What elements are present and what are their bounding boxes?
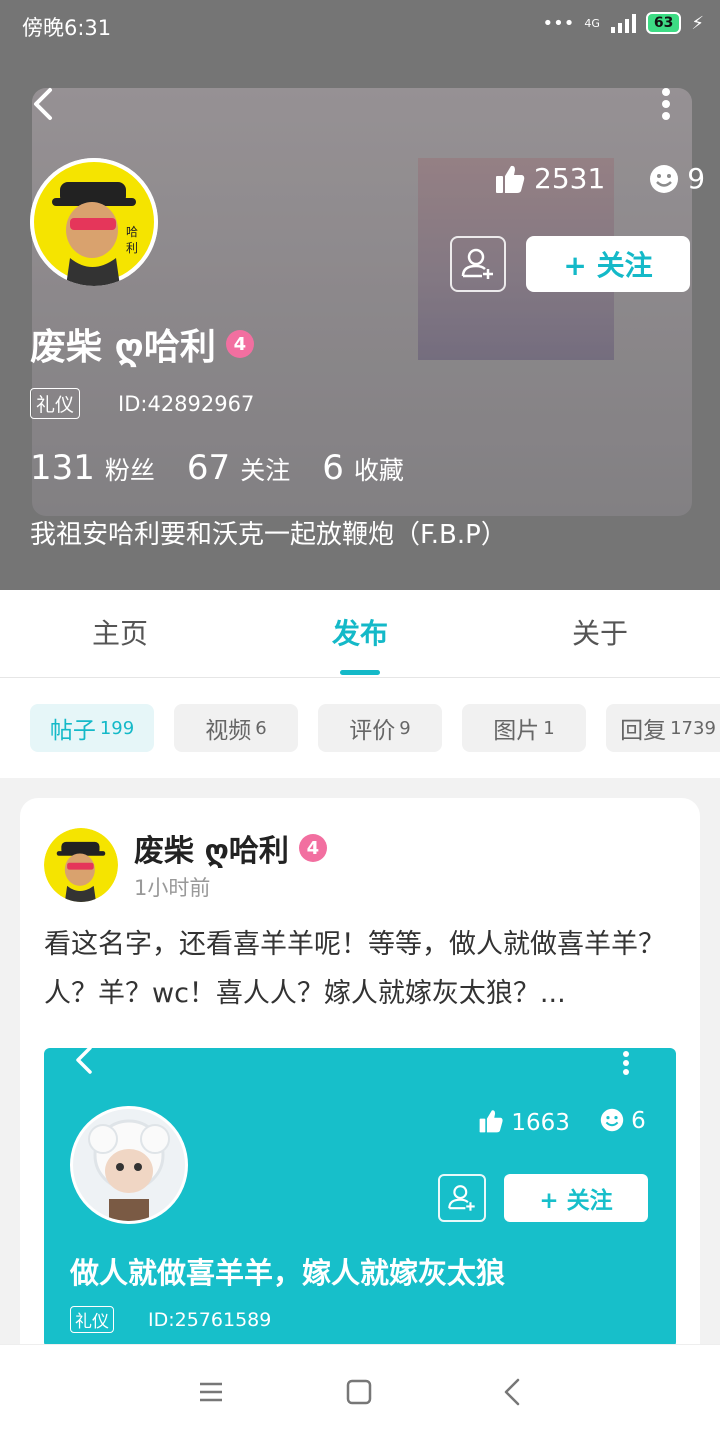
add-user-icon	[438, 1174, 486, 1222]
level-badge: 4	[225, 330, 254, 358]
nav-back-button[interactable]	[498, 1377, 538, 1409]
system-navigation-bar	[0, 1344, 720, 1441]
embed-user-id: ID:25761589	[148, 1308, 272, 1331]
status-bar: 傍晚6:31 ••• 4G 63 ⚡	[0, 0, 720, 50]
filter-videos[interactable]: 视频 6	[174, 704, 298, 752]
tab-indicator	[340, 670, 380, 675]
username: 废柴 ღ哈利 4	[30, 318, 254, 370]
embed-stats: 1663 6	[478, 1108, 646, 1136]
tab-home[interactable]: 主页	[60, 612, 180, 652]
charging-icon: ⚡	[691, 12, 704, 34]
smiles-stat: 9	[649, 162, 705, 195]
avatar-image	[44, 828, 118, 902]
home-square-icon	[346, 1379, 372, 1405]
post-timestamp: 1小时前	[134, 876, 211, 900]
follow-button[interactable]: + 关注	[526, 236, 690, 292]
level-badge: 4	[298, 834, 327, 862]
post-image[interactable]: 1663 6 + 关注 做人就做喜羊羊，嫁人就嫁灰太狼 礼仪 ID:257615…	[44, 1048, 676, 1348]
sheep-avatar-image	[73, 1109, 185, 1221]
username-text: 废柴 ღ哈利	[30, 327, 216, 368]
smiley-icon	[600, 1108, 624, 1132]
filter-reviews[interactable]: 评价 9	[318, 704, 442, 752]
avatar-image: 哈 利	[30, 158, 158, 286]
favorites-count[interactable]: 6 收藏	[322, 448, 404, 488]
profile-tabs: 主页 发布 关于	[0, 590, 720, 678]
embed-tags: 礼仪 ID:25761589	[70, 1306, 271, 1333]
status-time: 傍晚6:31	[22, 16, 112, 40]
filter-images[interactable]: 图片 1	[462, 704, 586, 752]
embed-likes: 1663	[478, 1108, 570, 1136]
embed-title: 做人就做喜羊羊，嫁人就嫁灰太狼	[70, 1256, 506, 1290]
battery-icon: 63	[645, 12, 682, 34]
back-button[interactable]	[28, 84, 64, 124]
likes-stat: 2531	[494, 162, 605, 195]
post-card[interactable]: 废柴 ღ哈利 4 1小时前 看这名字，还看喜羊羊呢！等等，做人就做喜羊羊？人？羊…	[20, 798, 700, 1418]
smiles-count: 9	[687, 162, 706, 195]
status-icons: ••• 4G 63 ⚡	[542, 12, 704, 34]
post-author[interactable]: 废柴 ღ哈利 4	[134, 826, 327, 870]
smiley-icon	[650, 164, 679, 193]
network-label: 4G	[584, 16, 600, 30]
etiquette-tag[interactable]: 礼仪	[30, 388, 81, 419]
content-filters: 帖子 199 视频 6 评价 9 图片 1 回复 1739	[0, 678, 720, 778]
filter-replies[interactable]: 回复 1739	[606, 704, 720, 752]
profile-header: 傍晚6:31 ••• 4G 63 ⚡ 哈 利 2531 9 + 关注 废柴 ღ哈…	[0, 0, 720, 590]
filter-posts[interactable]: 帖子 199	[30, 704, 154, 752]
profile-signature: 我祖安哈利要和沃克一起放鞭炮（F.B.P）	[30, 520, 507, 550]
embed-follow-label: + 关注	[504, 1174, 648, 1222]
svg-text:哈: 哈	[126, 225, 138, 239]
menu-icon	[200, 1382, 222, 1402]
nav-menu-button[interactable]	[196, 1377, 236, 1409]
profile-tags: 礼仪 ID:42892967	[30, 388, 254, 419]
embed-back-icon	[72, 1048, 96, 1076]
avatar[interactable]: 哈 利	[30, 158, 158, 286]
more-dots-icon: •••	[542, 12, 575, 34]
post-author-name: 废柴 ღ哈利	[134, 834, 289, 869]
embed-etiquette-tag: 礼仪	[70, 1306, 114, 1333]
back-arrow-icon	[34, 88, 52, 120]
thumbs-up-icon	[496, 165, 525, 193]
header-overlay	[0, 0, 720, 590]
signal-icon	[610, 14, 636, 33]
tab-posts[interactable]: 发布	[300, 612, 420, 652]
following-count[interactable]: 67 关注	[187, 448, 290, 488]
follow-counts: 131 粉丝 67 关注 6 收藏	[30, 448, 404, 488]
tab-about[interactable]: 关于	[540, 612, 660, 652]
user-id: ID:42892967	[118, 391, 255, 416]
embed-avatar	[70, 1106, 188, 1224]
fans-count[interactable]: 131 粉丝	[30, 448, 155, 488]
nav-home-button[interactable]	[344, 1377, 384, 1409]
thumbs-up-icon	[479, 1110, 503, 1133]
more-options-button[interactable]	[652, 84, 680, 124]
embed-smiles: 6	[600, 1108, 646, 1136]
embed-more-icon	[620, 1048, 632, 1078]
post-avatar[interactable]	[44, 828, 118, 902]
add-friend-button[interactable]	[450, 236, 506, 292]
add-user-icon	[461, 248, 493, 279]
profile-stats: 2531 9	[494, 162, 705, 195]
svg-text:利: 利	[126, 241, 138, 255]
post-text[interactable]: 看这名字，还看喜羊羊呢！等等，做人就做喜羊羊？人？羊？wc！喜人人？嫁人就嫁灰太…	[44, 920, 676, 1018]
back-arrow-icon	[504, 1378, 520, 1406]
likes-count: 2531	[534, 162, 606, 195]
